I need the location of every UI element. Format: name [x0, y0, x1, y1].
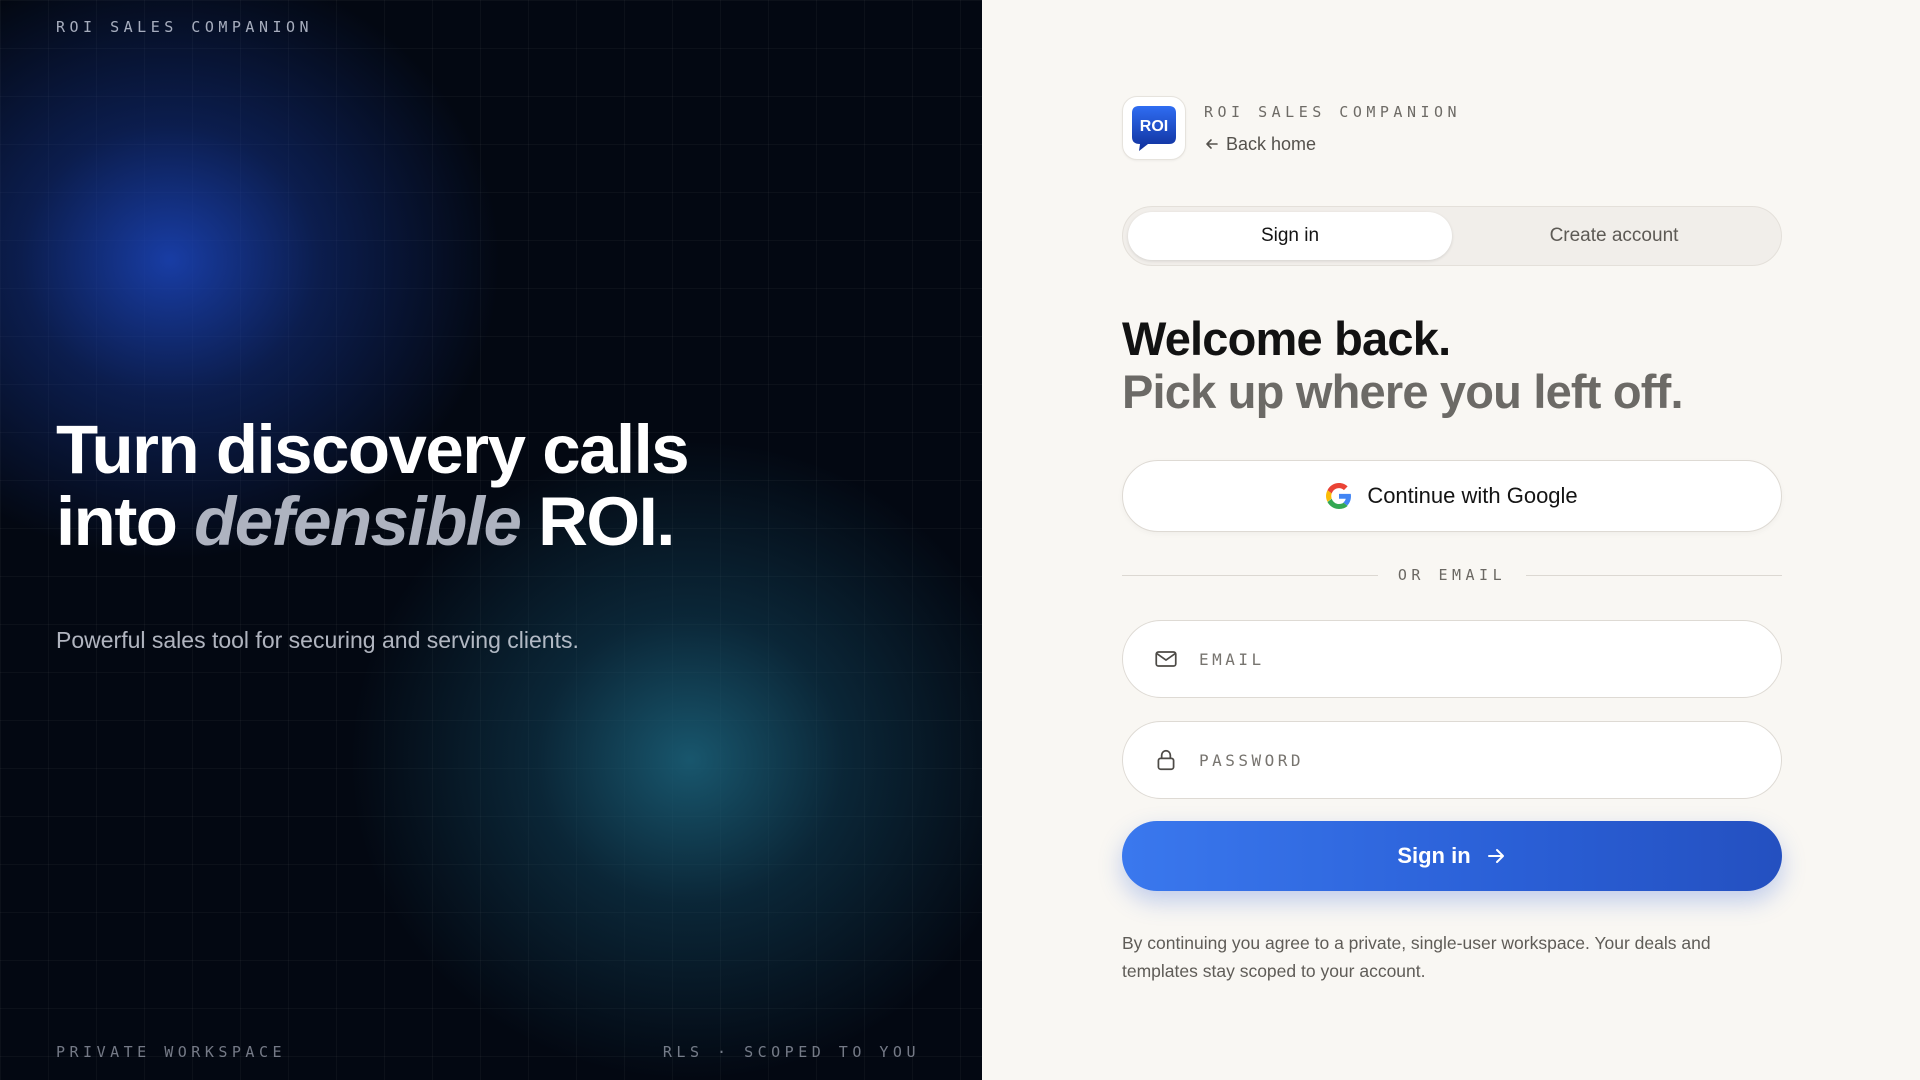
mail-icon	[1155, 651, 1177, 667]
hero-headline-line1: Turn discovery calls	[56, 411, 690, 488]
brand-text: ROI SALES COMPANION Back home	[1204, 102, 1461, 154]
auth-panel: ROI ROI SALES COMPANION Back home Sign i…	[982, 0, 1920, 1080]
panel-brand-name: ROI SALES COMPANION	[1204, 103, 1462, 121]
arrow-left-icon	[1206, 139, 1218, 149]
divider-rule-right	[1526, 574, 1782, 576]
hero-panel: ROI SALES COMPANION Turn discovery calls…	[0, 0, 982, 1080]
google-signin-button[interactable]: Continue with Google	[1122, 460, 1782, 532]
back-home-label: Back home	[1226, 134, 1317, 154]
lock-icon	[1157, 749, 1175, 771]
google-icon	[1326, 483, 1352, 509]
hero-headline-end: ROI.	[538, 483, 675, 560]
google-button-label: Continue with Google	[1367, 483, 1578, 508]
tab-sign-in[interactable]: Sign in	[1128, 212, 1452, 260]
title-line2: Pick up where you left off.	[1122, 365, 1684, 418]
logo-text: ROI	[1140, 118, 1168, 135]
hero-subtitle: Powerful sales tool for securing and ser…	[56, 627, 579, 653]
password-input[interactable]	[1197, 740, 1751, 780]
legal-notice: By continuing you agree to a private, si…	[1122, 933, 1711, 981]
hero-footer-right: RLS · SCOPED TO YOU	[662, 1043, 920, 1061]
page-title: Welcome back. Pick up where you left off…	[1122, 312, 1782, 418]
divider-label: OR EMAIL	[1397, 566, 1507, 584]
hero-headline: Turn discovery calls into defensible ROI…	[56, 411, 690, 560]
back-home-link[interactable]: Back home	[1204, 134, 1461, 154]
tab-create-account[interactable]: Create account	[1452, 212, 1776, 260]
sign-in-button[interactable]: Sign in	[1122, 821, 1782, 891]
email-field	[1122, 620, 1782, 698]
arrow-right-icon	[1487, 849, 1504, 863]
hero-headline-emphasis: defensible	[194, 483, 522, 560]
app-logo: ROI	[1122, 96, 1186, 160]
auth-tabs: Sign in Create account	[1122, 206, 1782, 266]
sign-in-button-label: Sign in	[1397, 843, 1471, 868]
roi-logo-icon: ROI	[1132, 106, 1176, 151]
divider-rule-left	[1122, 574, 1378, 576]
auth-form: ROI ROI SALES COMPANION Back home Sign i…	[1122, 95, 1782, 1003]
hero-brand: ROI SALES COMPANION	[56, 18, 314, 36]
email-input[interactable]	[1197, 639, 1751, 679]
or-divider: OR EMAIL	[1122, 565, 1782, 585]
title-line1: Welcome back.	[1122, 312, 1451, 365]
hero-footer-left: PRIVATE WORKSPACE	[56, 1043, 287, 1061]
brand-row: ROI ROI SALES COMPANION Back home	[1122, 95, 1782, 161]
password-field	[1122, 721, 1782, 799]
hero-headline-into: into	[56, 483, 178, 560]
auth-page: ROI SALES COMPANION Turn discovery calls…	[0, 0, 1920, 1080]
